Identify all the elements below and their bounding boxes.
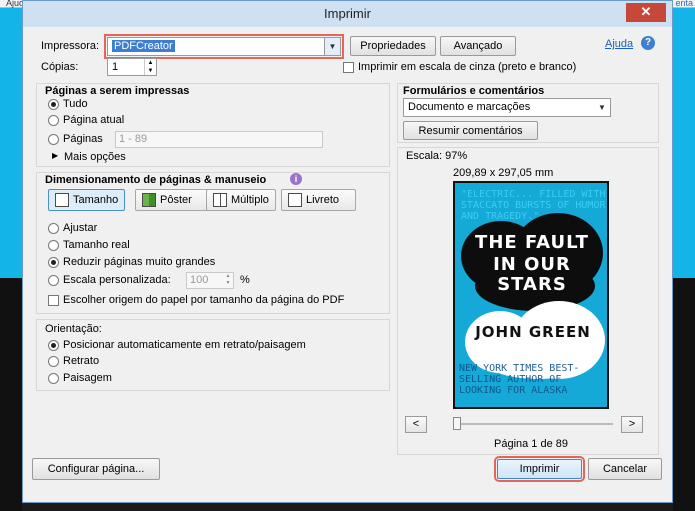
printer-label: Impressora:: [41, 40, 100, 52]
mode-size-label: Tamanho: [73, 194, 119, 206]
pages-option-current: Página atual: [63, 114, 125, 126]
orientation-heading: Orientação:: [45, 323, 102, 335]
summarize-comments-button[interactable]: Resumir comentários: [403, 121, 538, 140]
page-setup-button[interactable]: Configurar página...: [32, 458, 160, 480]
cover-blurb-top: "ELECTRIC... FILLED WITH STACCATO BURSTS…: [461, 189, 606, 222]
custom-scale-unit: %: [240, 274, 250, 286]
close-icon: ✕: [640, 4, 652, 19]
background-right-panel: [673, 8, 695, 511]
info-icon[interactable]: i: [290, 173, 302, 185]
preview-page: "ELECTRIC... FILLED WITH STACCATO BURSTS…: [453, 181, 609, 409]
help-link[interactable]: Ajuda: [605, 38, 633, 50]
pages-heading: Páginas a serem impressas: [45, 85, 190, 97]
chevron-down-icon: ▼: [324, 38, 340, 55]
sizing-shrink-radio[interactable]: [48, 257, 59, 268]
advanced-button[interactable]: Avançado: [440, 36, 516, 56]
copies-label: Cópias:: [41, 61, 79, 73]
size-icon: [55, 193, 69, 207]
expand-arrow-icon[interactable]: ▶: [52, 151, 58, 160]
more-options-link[interactable]: Mais opções: [64, 151, 126, 163]
orientation-option-auto: Posicionar automaticamente em retrato/pa…: [63, 339, 306, 351]
dialog-titlebar: Imprimir ✕: [23, 1, 672, 27]
help-icon[interactable]: ?: [641, 36, 655, 50]
pages-option-range: Páginas: [63, 133, 103, 145]
orientation-landscape-radio[interactable]: [48, 373, 59, 384]
forms-heading: Formulários e comentários: [403, 85, 545, 97]
copies-value: 1: [112, 61, 119, 73]
mode-booklet-button[interactable]: Livreto: [281, 189, 356, 211]
sizing-custom-radio[interactable]: [48, 275, 59, 286]
dialog-title: Imprimir: [324, 6, 371, 21]
sizing-heading: Dimensionamento de páginas & manuseio: [45, 174, 267, 186]
grayscale-checkbox[interactable]: [343, 62, 354, 73]
mode-size-button[interactable]: Tamanho: [48, 189, 125, 211]
preview-dimensions: 209,89 x 297,05 mm: [453, 167, 554, 179]
pages-all-radio[interactable]: [48, 99, 59, 110]
mode-poster-button[interactable]: Pôster: [135, 189, 210, 211]
page-indicator: Página 1 de 89: [494, 438, 569, 450]
cover-title-line1: THE FAULT: [475, 232, 589, 253]
orientation-option-portrait: Retrato: [63, 355, 100, 367]
cover-author: JOHN GREEN: [475, 323, 591, 341]
background-right-text: enta: [675, 0, 693, 8]
print-button[interactable]: Imprimir: [494, 456, 585, 482]
scale-stepper-icon[interactable]: ▲ ▼: [223, 273, 233, 288]
copies-up-icon[interactable]: ▲: [144, 59, 156, 67]
mode-multiple-button[interactable]: Múltiplo: [206, 189, 276, 211]
poster-icon: [142, 193, 156, 207]
mode-poster-label: Pôster: [160, 194, 192, 206]
mode-multiple-label: Múltiplo: [231, 194, 269, 206]
printer-select[interactable]: PDFCreator ▼: [104, 34, 344, 59]
forms-select[interactable]: Documento e marcações ▼: [403, 98, 611, 117]
pages-option-all: Tudo: [63, 98, 88, 110]
sizing-option-custom: Escala personalizada:: [63, 274, 171, 286]
orientation-portrait-radio[interactable]: [48, 356, 59, 367]
preview-slider-thumb[interactable]: [453, 417, 461, 430]
cover-title-line2: IN OUR STARS: [493, 254, 571, 295]
print-dialog: Imprimir ✕ Impressora: PDFCreator ▼ Prop…: [22, 0, 673, 503]
background-left-panel: [0, 8, 22, 511]
orientation-auto-radio[interactable]: [48, 340, 59, 351]
booklet-icon: [288, 193, 302, 207]
mode-booklet-label: Livreto: [306, 194, 340, 206]
pages-range-radio[interactable]: [48, 134, 59, 145]
pages-range-input[interactable]: 1 - 89: [115, 131, 323, 148]
pages-current-radio[interactable]: [48, 115, 59, 126]
sizing-fit-radio[interactable]: [48, 223, 59, 234]
sizing-option-fit: Ajustar: [63, 222, 98, 234]
custom-scale-value: 100: [190, 274, 209, 286]
cover-blurb-bottom: NEW YORK TIMES BEST-SELLING AUTHOR OF LO…: [459, 363, 580, 396]
preview-slider-track: [455, 423, 613, 425]
sizing-option-shrink: Reduzir páginas muito grandes: [63, 256, 216, 268]
preview-scale: Escala: 97%: [406, 150, 468, 162]
forms-selected-value: Documento e marcações: [408, 101, 531, 113]
sizing-option-actual: Tamanho real: [63, 239, 130, 251]
cancel-button[interactable]: Cancelar: [588, 458, 662, 480]
multiple-icon: [213, 193, 227, 207]
properties-button[interactable]: Propriedades: [350, 36, 436, 56]
sizing-actual-radio[interactable]: [48, 240, 59, 251]
copies-input[interactable]: 1 ▲ ▼: [107, 58, 157, 76]
grayscale-label: Imprimir em escala de cinza (preto e bra…: [358, 61, 577, 73]
pages-range-placeholder: 1 - 89: [119, 133, 148, 145]
paper-source-label: Escolher origem do papel por tamanho da …: [63, 294, 345, 306]
orientation-option-landscape: Paisagem: [63, 372, 112, 384]
preview-prev-button[interactable]: <: [405, 416, 427, 433]
custom-scale-input[interactable]: 100 ▲ ▼: [186, 272, 234, 289]
chevron-down-icon: ▼: [598, 103, 606, 112]
printer-selected-value: PDFCreator: [112, 40, 175, 52]
preview-next-button[interactable]: >: [621, 416, 643, 433]
copies-down-icon[interactable]: ▼: [144, 67, 156, 75]
paper-source-checkbox[interactable]: [48, 295, 59, 306]
close-button[interactable]: ✕: [626, 3, 666, 22]
